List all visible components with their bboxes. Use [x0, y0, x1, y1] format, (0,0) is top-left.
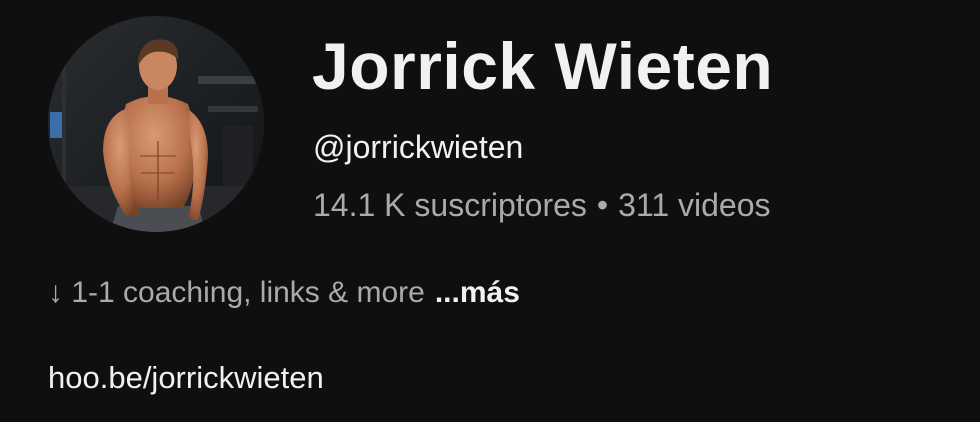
channel-name: Jorrick Wieten	[312, 29, 774, 103]
subscriber-count: 14.1 K suscriptores	[313, 187, 587, 223]
channel-description[interactable]: ↓ 1-1 coaching, links & more ...más	[48, 273, 520, 313]
channel-avatar[interactable]	[48, 16, 264, 232]
channel-stats: 14.1 K suscriptores • 311 videos	[313, 185, 771, 225]
more-button[interactable]: ...más	[435, 276, 520, 309]
channel-external-link[interactable]: hoo.be/jorrickwieten	[48, 358, 324, 398]
channel-header: Jorrick Wieten @jorrickwieten 14.1 K sus…	[0, 0, 980, 422]
video-count: 311 videos	[618, 187, 771, 223]
channel-handle: @jorrickwieten	[313, 129, 524, 165]
description-text: 1-1 coaching, links & more	[71, 276, 425, 309]
avatar-photo	[48, 16, 264, 232]
stats-separator: •	[596, 187, 609, 223]
down-arrow-icon: ↓	[48, 276, 63, 309]
